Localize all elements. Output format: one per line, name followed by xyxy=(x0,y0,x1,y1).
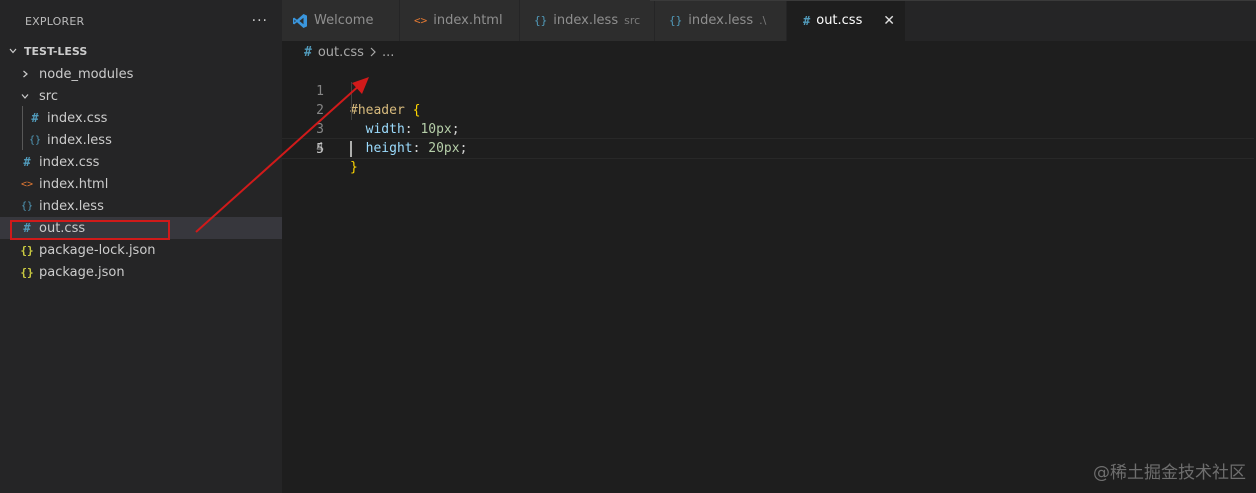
code-line: 2 width: 10px; xyxy=(282,82,1256,137)
tab-label: Welcome xyxy=(314,13,374,28)
tree-item-src-index-less[interactable]: {} index.less xyxy=(0,129,282,151)
tree-item-index-less[interactable]: {} index.less xyxy=(0,195,282,217)
current-line: 5 xyxy=(282,138,1254,159)
vscode-logo-icon xyxy=(293,13,307,28)
tree-item-package-lock-json[interactable]: {} package-lock.json xyxy=(0,239,282,261)
tree-item-label: package.json xyxy=(39,264,125,280)
breadcrumb: # out.css ... xyxy=(282,41,1256,63)
line-content: } xyxy=(350,158,358,177)
html-file-icon: <> xyxy=(414,14,428,27)
tab-label: index.less xyxy=(553,13,619,28)
tree-item-src[interactable]: src xyxy=(0,85,282,107)
tab-welcome[interactable]: Welcome xyxy=(282,0,400,41)
less-file-icon: {} xyxy=(28,134,42,146)
tree-item-label: index.html xyxy=(39,176,109,192)
css-file-icon: # xyxy=(23,155,31,169)
chevron-down-icon xyxy=(9,48,17,54)
explorer-sidebar: EXPLORER ··· TEST-LESS node_modules src … xyxy=(0,0,282,493)
close-icon[interactable]: ✕ xyxy=(883,13,895,29)
tab-index-less-root[interactable]: {} index.less .\ xyxy=(655,0,787,41)
css-file-icon: # xyxy=(31,111,39,125)
tab-label: index.less xyxy=(688,13,754,28)
code-indent-guide xyxy=(351,82,352,120)
tree-item-label: index.less xyxy=(47,132,112,148)
tab-bar-divider xyxy=(650,0,1256,1)
tree-item-label: package-lock.json xyxy=(39,242,156,258)
more-actions-icon[interactable]: ··· xyxy=(252,13,268,29)
css-file-icon: # xyxy=(304,44,312,60)
editor-tab-bar: Welcome <> index.html {} index.less src … xyxy=(282,0,1256,41)
less-file-icon: {} xyxy=(20,200,34,212)
tree-item-node-modules[interactable]: node_modules xyxy=(0,63,282,85)
tab-label: out.css xyxy=(816,13,863,28)
tab-index-less-src[interactable]: {} index.less src xyxy=(520,0,655,41)
code-line: 1 #header { xyxy=(282,63,1256,118)
less-file-icon: {} xyxy=(669,14,683,27)
css-file-icon: # xyxy=(803,13,811,28)
code-line: 4 } xyxy=(282,120,1256,175)
code-line: 3 height: 20px; xyxy=(282,101,1256,156)
tab-description: src xyxy=(624,14,641,27)
json-file-icon: {} xyxy=(20,243,34,257)
explorer-header: EXPLORER ··· xyxy=(0,0,282,42)
text-cursor xyxy=(350,141,352,157)
tree-item-label: index.css xyxy=(47,110,108,126)
chevron-right-icon xyxy=(23,70,28,78)
tree-item-label: index.less xyxy=(39,198,104,214)
tree-item-index-css[interactable]: # index.css xyxy=(0,151,282,173)
tree-item-src-index-css[interactable]: # index.css xyxy=(0,107,282,129)
tree-item-package-json[interactable]: {} package.json xyxy=(0,261,282,283)
chevron-down-icon xyxy=(21,94,29,99)
tree-item-label: src xyxy=(39,88,58,104)
watermark: @稀土掘金技术社区 xyxy=(1093,463,1246,483)
tab-label: index.html xyxy=(433,13,503,28)
tab-out-css[interactable]: # out.css ✕ xyxy=(787,0,906,41)
tree-item-label: node_modules xyxy=(39,66,134,82)
line-number: 5 xyxy=(316,142,324,157)
tab-description: .\ xyxy=(759,14,767,27)
less-file-icon: {} xyxy=(534,14,548,27)
code-editor[interactable]: 1 #header { 2 width: 10px; 3 height: 20p… xyxy=(282,63,1256,493)
tab-index-html[interactable]: <> index.html xyxy=(400,0,520,41)
json-file-icon: {} xyxy=(20,265,34,279)
tree-item-index-html[interactable]: <> index.html xyxy=(0,173,282,195)
chevron-right-icon xyxy=(370,47,376,57)
tree-item-label: index.css xyxy=(39,154,100,170)
breadcrumb-file[interactable]: out.css xyxy=(318,45,364,60)
project-folder[interactable]: TEST-LESS xyxy=(0,41,282,61)
annotation-highlight-box xyxy=(10,220,170,240)
project-name: TEST-LESS xyxy=(24,44,88,58)
breadcrumb-more[interactable]: ... xyxy=(382,45,394,60)
code-token-brace: } xyxy=(350,160,358,175)
explorer-title: EXPLORER xyxy=(25,14,85,28)
html-file-icon: <> xyxy=(20,178,34,190)
